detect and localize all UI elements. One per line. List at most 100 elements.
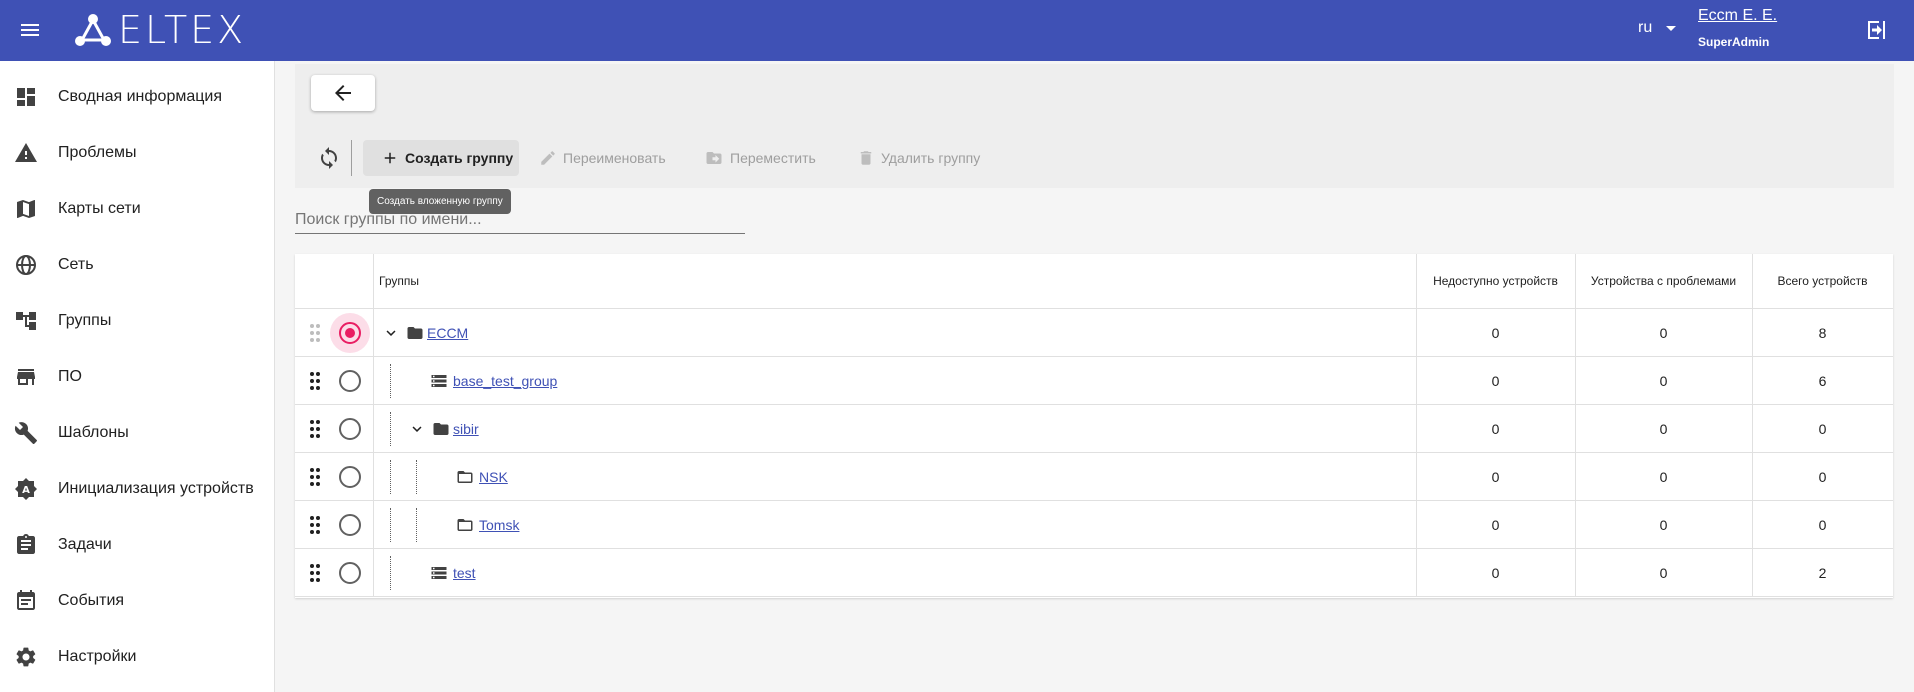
cell-total: 2 bbox=[1818, 564, 1827, 581]
tree-guide bbox=[390, 412, 391, 446]
sidebar-item-groups[interactable]: Группы bbox=[0, 293, 275, 349]
group-link[interactable]: sibir bbox=[453, 421, 479, 437]
globe-icon bbox=[16, 255, 36, 275]
sidebar-item-network-maps[interactable]: Карты сети bbox=[0, 181, 275, 237]
sidebar-item-label: Сеть bbox=[58, 256, 94, 273]
tree-guide bbox=[390, 364, 391, 398]
table-row[interactable]: Tomsk 0 0 0 bbox=[295, 501, 1893, 549]
drag-handle-icon[interactable] bbox=[308, 323, 322, 343]
group-link[interactable]: Tomsk bbox=[479, 517, 519, 533]
folder-icon bbox=[407, 327, 423, 339]
folder-outline-icon bbox=[457, 471, 473, 483]
table-row[interactable]: test 0 0 2 bbox=[295, 549, 1893, 597]
search-input[interactable] bbox=[295, 206, 745, 234]
rename-button[interactable]: Переименовать bbox=[539, 140, 666, 176]
row-radio[interactable] bbox=[339, 562, 361, 584]
cell-problems: 0 bbox=[1659, 420, 1668, 437]
sidebar-item-label: Группы bbox=[58, 312, 112, 329]
sidebar: Сводная информация Проблемы Карты сети С… bbox=[0, 61, 275, 692]
drag-handle-icon[interactable] bbox=[308, 467, 322, 487]
logo: ELTEX bbox=[72, 8, 246, 52]
sidebar-item-label: Шаблоны bbox=[58, 424, 129, 441]
cell-total: 0 bbox=[1818, 420, 1827, 437]
chevron-down-icon[interactable] bbox=[408, 420, 426, 438]
tree-icon bbox=[16, 312, 36, 330]
language-select[interactable]: ru bbox=[1638, 19, 1677, 37]
cell-unavailable: 0 bbox=[1491, 468, 1500, 485]
store-icon bbox=[17, 369, 35, 385]
table-row[interactable]: base_test_group 0 0 6 bbox=[295, 357, 1893, 405]
trash-icon bbox=[860, 151, 872, 165]
group-link[interactable]: test bbox=[453, 565, 476, 581]
move-label: Переместить bbox=[730, 150, 816, 166]
toolbar: Создать группу Переименовать Переместить… bbox=[295, 64, 1894, 188]
row-radio[interactable] bbox=[339, 418, 361, 440]
pencil-icon bbox=[541, 151, 555, 165]
sidebar-item-problems[interactable]: Проблемы bbox=[0, 125, 275, 181]
drag-handle-icon[interactable] bbox=[308, 563, 322, 583]
row-radio[interactable] bbox=[339, 322, 361, 344]
arrow-left-icon bbox=[335, 85, 351, 101]
tooltip: Создать вложенную группу bbox=[369, 189, 511, 214]
user-role: SuperAdmin bbox=[1698, 35, 1770, 49]
cell-total: 8 bbox=[1818, 324, 1827, 341]
cell-unavailable: 0 bbox=[1491, 516, 1500, 533]
sidebar-item-tasks[interactable]: Задачи bbox=[0, 517, 275, 573]
sidebar-item-label: Настройки bbox=[58, 648, 137, 665]
logout-icon[interactable] bbox=[1864, 18, 1888, 42]
delete-group-button[interactable]: Удалить группу bbox=[857, 140, 980, 176]
create-group-label: Создать группу bbox=[405, 150, 514, 166]
folder-outline-icon bbox=[457, 519, 473, 531]
wrench-icon bbox=[14, 422, 37, 444]
cell-total: 0 bbox=[1818, 468, 1827, 485]
group-link[interactable]: ECCM bbox=[427, 325, 468, 341]
cell-problems: 0 bbox=[1659, 324, 1668, 341]
sidebar-item-templates[interactable]: Шаблоны bbox=[0, 405, 275, 461]
clipboard-icon bbox=[17, 534, 35, 554]
tree-guide bbox=[416, 508, 417, 542]
group-link[interactable]: NSK bbox=[479, 469, 508, 485]
plus-icon bbox=[384, 152, 396, 164]
sidebar-item-device-init[interactable]: A Инициализация устройств bbox=[0, 461, 275, 517]
cell-total: 0 bbox=[1818, 516, 1827, 533]
table-row[interactable]: NSK 0 0 0 bbox=[295, 453, 1893, 501]
drag-handle-icon[interactable] bbox=[308, 419, 322, 439]
sidebar-item-dashboard[interactable]: Сводная информация bbox=[0, 69, 275, 125]
back-button[interactable] bbox=[311, 75, 375, 111]
group-link[interactable]: base_test_group bbox=[453, 373, 557, 389]
sidebar-item-settings[interactable]: Настройки bbox=[0, 629, 275, 685]
sidebar-item-label: Проблемы bbox=[58, 144, 137, 161]
sidebar-item-network[interactable]: Сеть bbox=[0, 237, 275, 293]
chevron-down-icon[interactable] bbox=[382, 324, 400, 342]
sidebar-item-label: Задачи bbox=[58, 536, 112, 553]
menu-icon[interactable] bbox=[18, 18, 42, 42]
sidebar-item-label: Сводная информация bbox=[58, 88, 222, 105]
cell-total: 6 bbox=[1818, 372, 1827, 389]
sidebar-item-events[interactable]: События bbox=[0, 573, 275, 629]
header-problems: Устройства с проблемами bbox=[1590, 274, 1737, 288]
drag-handle-icon[interactable] bbox=[308, 515, 322, 535]
list-icon bbox=[431, 375, 447, 387]
header-groups: Группы bbox=[379, 274, 419, 288]
table-row[interactable]: ECCM 0 0 8 bbox=[295, 309, 1893, 357]
sidebar-item-software[interactable]: ПО bbox=[0, 349, 275, 405]
gear-icon bbox=[16, 647, 36, 667]
row-radio[interactable] bbox=[339, 370, 361, 392]
tree-guide bbox=[390, 508, 391, 542]
drag-handle-icon[interactable] bbox=[308, 371, 322, 391]
cell-unavailable: 0 bbox=[1491, 564, 1500, 581]
table-header: Группы Недоступно устройств Устройства с… bbox=[295, 254, 1893, 309]
auto-icon: A bbox=[15, 478, 37, 500]
app-header: ELTEX ru Eccm E. E. SuperAdmin bbox=[0, 0, 1914, 61]
move-button[interactable]: Переместить bbox=[704, 140, 816, 176]
row-radio[interactable] bbox=[339, 514, 361, 536]
create-group-button[interactable]: Создать группу bbox=[363, 140, 519, 176]
row-radio[interactable] bbox=[339, 466, 361, 488]
folder-move-icon bbox=[706, 152, 722, 164]
refresh-icon[interactable] bbox=[317, 146, 341, 170]
table-row[interactable]: sibir 0 0 0 bbox=[295, 405, 1893, 453]
cell-unavailable: 0 bbox=[1491, 324, 1500, 341]
toolbar-divider bbox=[351, 140, 352, 176]
user-name-link[interactable]: Eccm E. E. bbox=[1698, 7, 1777, 25]
tree-guide bbox=[390, 460, 391, 494]
